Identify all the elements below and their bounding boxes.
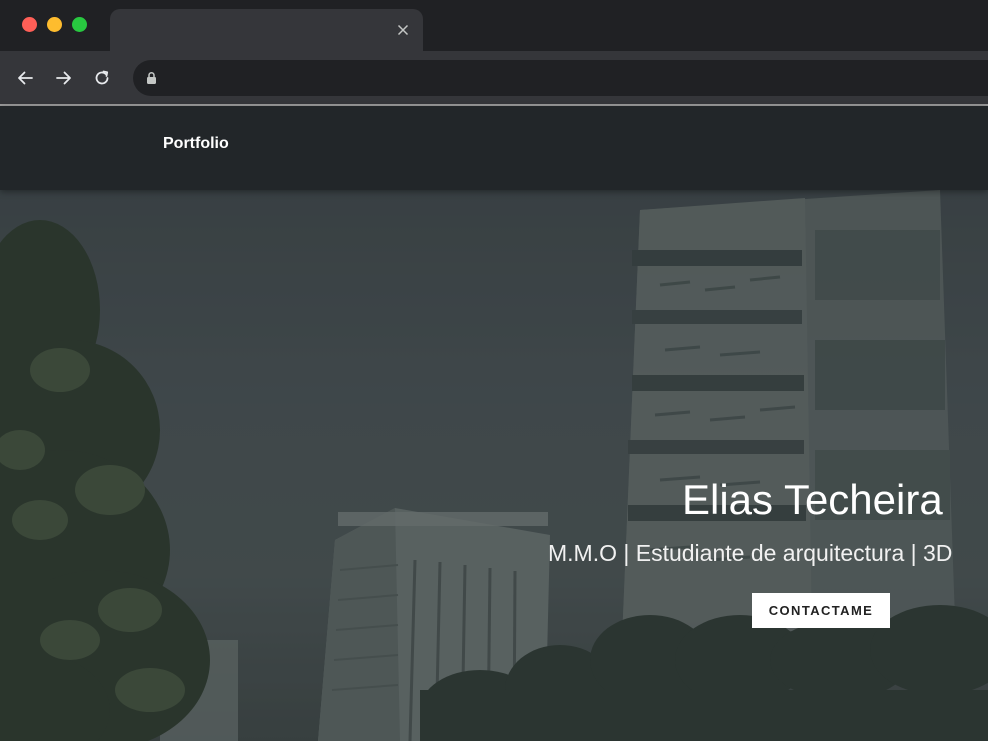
browser-toolbar xyxy=(0,51,988,104)
browser-tab[interactable] xyxy=(110,9,423,51)
browser-titlebar xyxy=(0,0,988,51)
brand-link[interactable]: Portfolio xyxy=(163,135,229,153)
window-maximize-button[interactable] xyxy=(72,17,87,32)
hero-background-image xyxy=(0,190,988,741)
reload-icon[interactable] xyxy=(90,66,114,90)
hero-title: Elias Techeira xyxy=(682,476,943,523)
site-navbar: Portfolio xyxy=(0,106,988,190)
contact-button[interactable]: CONTACTAME xyxy=(752,593,890,628)
arrow-right-icon[interactable] xyxy=(52,66,76,90)
hero-subtitle: M.M.O | Estudiante de arquitectura | 3D xyxy=(548,540,953,566)
arrow-left-icon[interactable] xyxy=(13,66,37,90)
close-icon[interactable] xyxy=(393,20,413,40)
hero-section: Elias Techeira M.M.O | Estudiante de arq… xyxy=(0,190,988,741)
window-minimize-button[interactable] xyxy=(47,17,62,32)
window-close-button[interactable] xyxy=(22,17,37,32)
address-bar[interactable] xyxy=(133,60,988,96)
lock-icon xyxy=(146,71,157,90)
